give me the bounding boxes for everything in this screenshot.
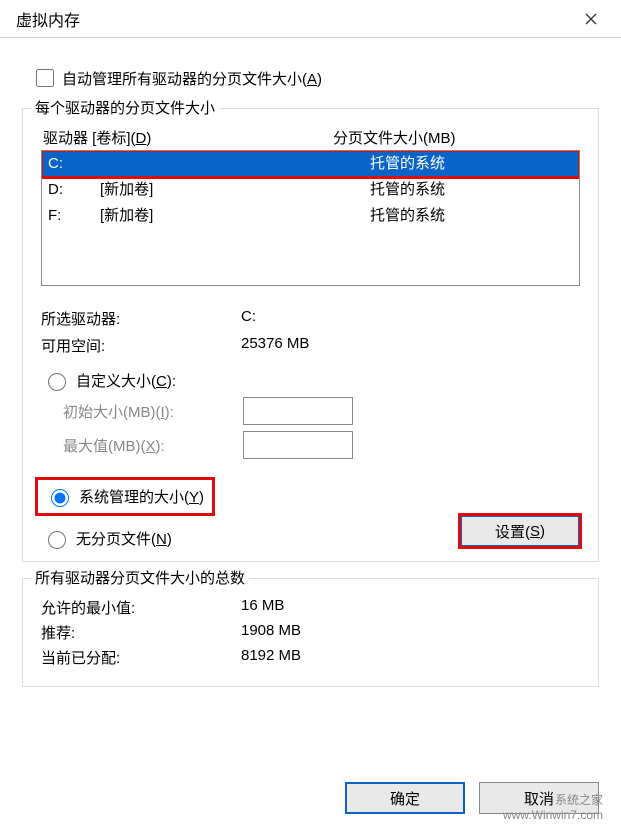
free-space-label: 可用空间: <box>41 335 241 356</box>
drive-letter: F: <box>42 203 100 229</box>
free-space-value: 25376 MB <box>241 335 309 356</box>
ok-button[interactable]: 确定 <box>345 782 465 814</box>
current-alloc-value: 8192 MB <box>241 647 301 668</box>
current-alloc-label: 当前已分配: <box>41 647 241 668</box>
recommended-label: 推荐: <box>41 622 241 643</box>
max-size-row: 最大值(MB)(X): <box>63 431 580 459</box>
header-paging: 分页文件大小(MB) <box>333 127 580 148</box>
recommended-value: 1908 MB <box>241 622 301 643</box>
auto-manage-checkbox-input[interactable] <box>36 69 54 87</box>
titlebar: 虚拟内存 <box>0 0 621 38</box>
system-managed-radio[interactable]: 系统管理的大小(Y) <box>46 486 204 507</box>
selected-drive-value: C: <box>241 308 256 329</box>
drives-group-legend: 每个驱动器的分页文件大小 <box>31 97 219 118</box>
min-allowed-value: 16 MB <box>241 597 284 618</box>
drive-letter: D: <box>42 177 100 203</box>
custom-size-radio-input[interactable] <box>48 373 66 391</box>
drive-list-header: 驱动器 [卷标](D) 分页文件大小(MB) <box>43 127 580 148</box>
system-managed-highlight: 系统管理的大小(Y) <box>35 477 215 516</box>
custom-size-label: 自定义大小(C): <box>76 370 176 391</box>
drive-volume: [新加卷] <box>100 203 360 229</box>
no-paging-radio-input[interactable] <box>48 531 66 549</box>
min-allowed-label: 允许的最小值: <box>41 597 241 618</box>
selected-drive-label: 所选驱动器: <box>41 308 241 329</box>
auto-manage-label: 自动管理所有驱动器的分页文件大小(A) <box>62 68 322 89</box>
drive-paging: 托管的系统 <box>360 177 579 203</box>
drive-row[interactable]: C: 托管的系统 <box>42 151 579 177</box>
drive-paging: 托管的系统 <box>360 203 579 229</box>
window-title: 虚拟内存 <box>16 7 571 31</box>
close-icon[interactable] <box>571 0 611 38</box>
totals-group-legend: 所有驱动器分页文件大小的总数 <box>31 567 249 588</box>
drive-volume: [新加卷] <box>100 177 360 203</box>
drives-groupbox: 每个驱动器的分页文件大小 驱动器 [卷标](D) 分页文件大小(MB) C:托管… <box>22 108 599 562</box>
max-size-input <box>243 431 353 459</box>
dialog-buttons: 确定 取消 <box>345 782 599 814</box>
max-size-label: 最大值(MB)(X): <box>63 435 243 456</box>
drive-letter: C: <box>42 151 100 177</box>
drive-volume <box>100 151 360 177</box>
drive-paging: 托管的系统 <box>360 151 579 177</box>
initial-size-label: 初始大小(MB)(I): <box>63 401 243 422</box>
system-managed-label: 系统管理的大小(Y) <box>79 486 204 507</box>
custom-size-radio[interactable]: 自定义大小(C): <box>43 370 580 391</box>
auto-manage-checkbox[interactable]: 自动管理所有驱动器的分页文件大小(A) <box>32 66 599 90</box>
drive-row[interactable]: D:[新加卷]托管的系统 <box>42 177 579 203</box>
drive-info: 所选驱动器: C: 可用空间: 25376 MB <box>41 308 580 356</box>
set-button[interactable]: 设置(S) <box>460 515 580 547</box>
system-managed-radio-input[interactable] <box>51 489 69 507</box>
drive-list[interactable]: C:托管的系统D:[新加卷]托管的系统F:[新加卷]托管的系统 <box>41 150 580 286</box>
header-drive: 驱动器 [卷标](D) <box>43 127 333 148</box>
initial-size-row: 初始大小(MB)(I): <box>63 397 580 425</box>
dialog-content: 自动管理所有驱动器的分页文件大小(A) 每个驱动器的分页文件大小 驱动器 [卷标… <box>0 38 621 687</box>
initial-size-input <box>243 397 353 425</box>
totals-groupbox: 所有驱动器分页文件大小的总数 允许的最小值: 16 MB 推荐: 1908 MB… <box>22 578 599 687</box>
cancel-button[interactable]: 取消 <box>479 782 599 814</box>
no-paging-label: 无分页文件(N) <box>76 528 172 549</box>
drive-row[interactable]: F:[新加卷]托管的系统 <box>42 203 579 229</box>
